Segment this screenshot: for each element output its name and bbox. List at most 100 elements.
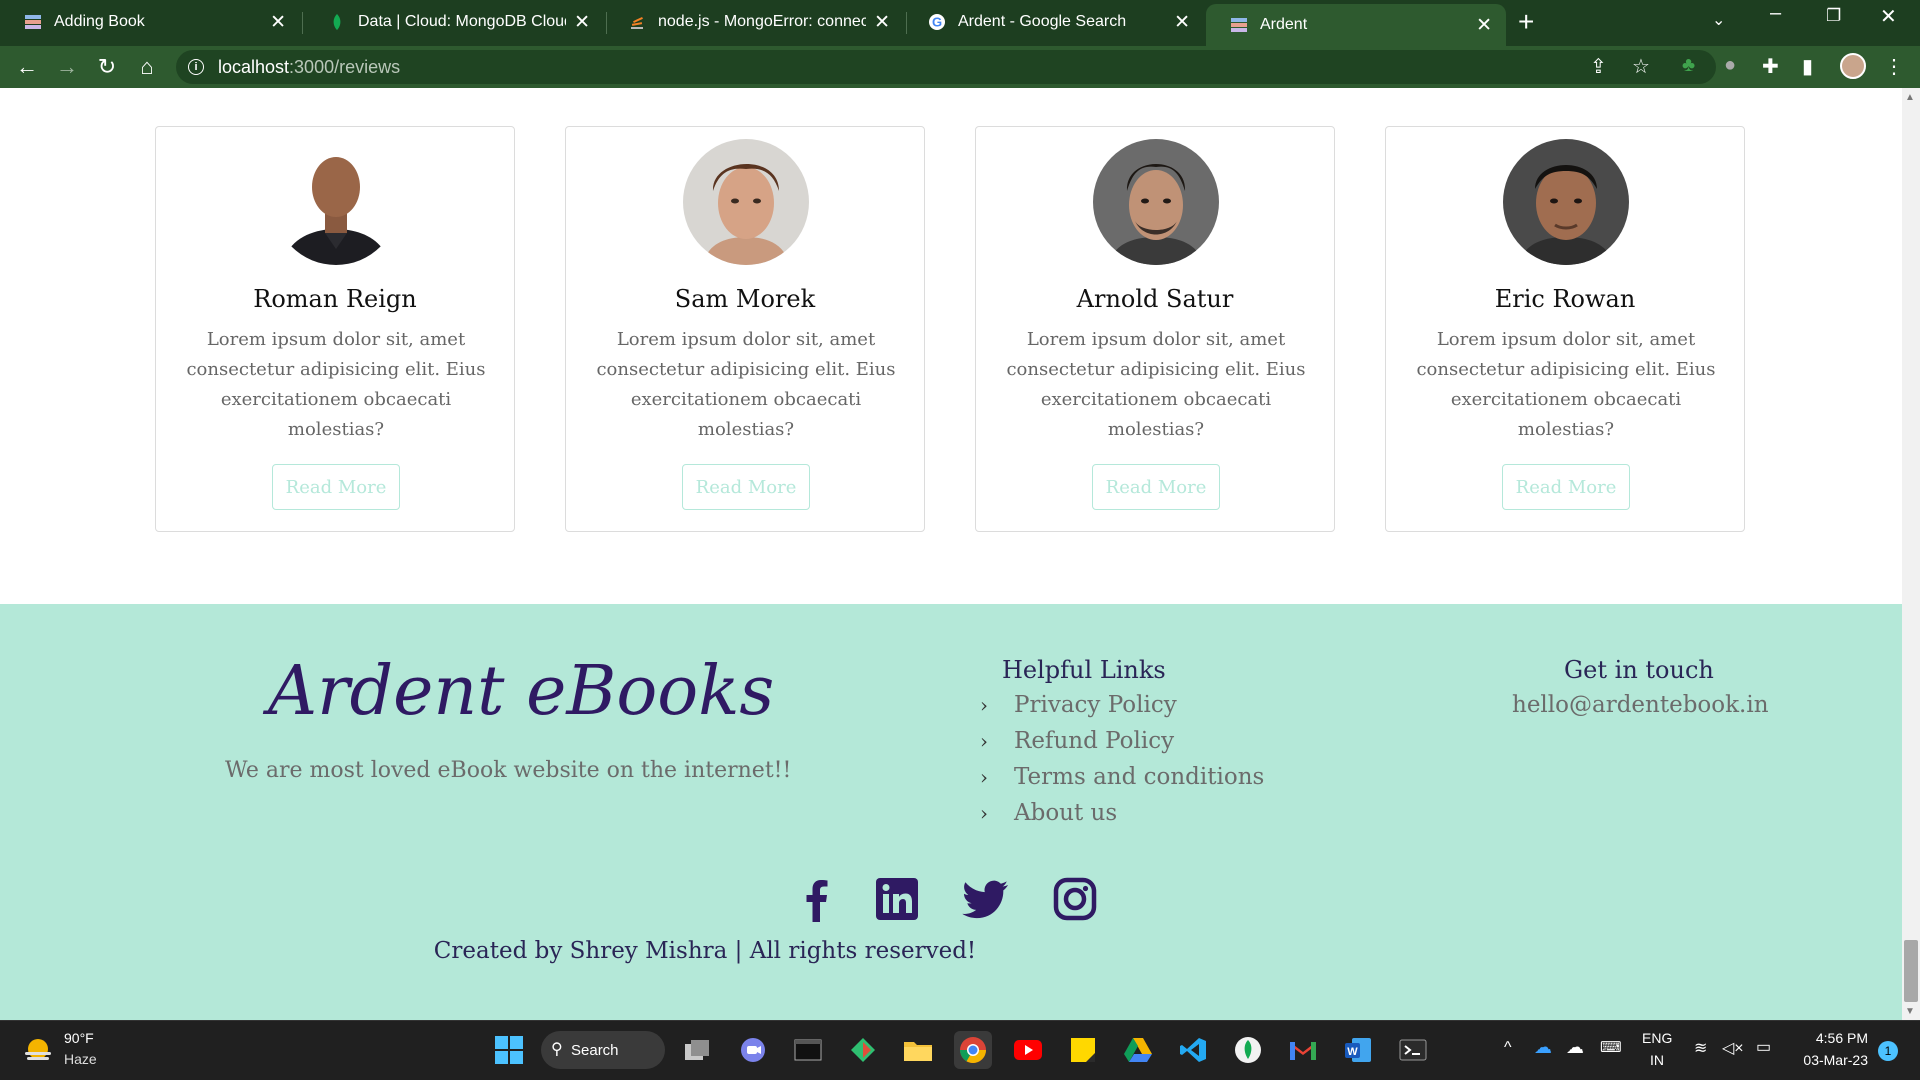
footer-link-refund[interactable]: › Refund Policy [980, 728, 1174, 754]
scrollbar-thumb[interactable] [1904, 940, 1918, 1002]
mongodb-leaf-icon [328, 13, 346, 31]
windows-taskbar: 90°F Haze ⚲ Search W ^ ☁ ☁ ⌨ ENG IN ≋ ◁×… [0, 1020, 1920, 1080]
extension-tree-icon[interactable]: ♣ [1682, 54, 1695, 77]
tab-stackoverflow[interactable]: node.js - MongoError: connect EC ✕ [604, 0, 904, 44]
close-tab-icon[interactable]: ✕ [1174, 11, 1190, 34]
url-host: localhost [218, 56, 290, 77]
tab-ardent[interactable]: Ardent ✕ [1206, 4, 1506, 46]
read-more-button[interactable]: Read More [1502, 464, 1630, 510]
footer-link-about[interactable]: › About us [980, 800, 1117, 826]
taskbar-search-label: Search [571, 1041, 619, 1059]
site-info-icon[interactable]: i [188, 59, 204, 75]
instagram-icon[interactable] [1052, 876, 1098, 922]
tab-search-icon[interactable]: ⌄ [1712, 10, 1725, 30]
language-bottom[interactable]: IN [1650, 1052, 1664, 1068]
file-explorer-icon[interactable] [899, 1031, 937, 1069]
bookmark-star-icon[interactable]: ☆ [1632, 54, 1650, 79]
reviewer-name: Sam Morek [674, 285, 816, 313]
windows-start-icon[interactable] [490, 1031, 528, 1069]
terminal-app-icon[interactable] [789, 1031, 827, 1069]
footer-link-label: About us [1014, 800, 1118, 826]
reload-icon[interactable]: ↻ [92, 52, 122, 82]
extensions-puzzle-icon[interactable]: ✚ [1762, 54, 1779, 79]
youtube-icon[interactable] [1009, 1031, 1047, 1069]
tab-adding-book[interactable]: Adding Book ✕ [0, 0, 300, 44]
restore-icon[interactable]: ❐ [1826, 6, 1841, 26]
scroll-down-icon[interactable]: ▼ [1905, 1006, 1915, 1017]
teams-chat-icon[interactable] [734, 1031, 772, 1069]
word-icon[interactable]: W [1339, 1031, 1377, 1069]
sticky-notes-icon[interactable] [1064, 1031, 1102, 1069]
footer-link-terms[interactable]: › Terms and conditions [980, 764, 1264, 790]
profile-avatar[interactable] [1840, 53, 1866, 79]
review-card: Arnold Satur Lorem ipsum dolor sit, amet… [975, 126, 1335, 532]
read-more-button[interactable]: Read More [272, 464, 400, 510]
tab-mongodb-cloud[interactable]: Data | Cloud: MongoDB Cloud ✕ [304, 0, 604, 44]
site-footer: Ardent eBooks We are most loved eBook we… [0, 604, 1902, 1020]
close-window-icon[interactable]: ✕ [1880, 4, 1897, 29]
minimize-icon[interactable]: – [1770, 2, 1781, 25]
footer-credit: Created by Shrey Mishra | All rights res… [433, 938, 977, 964]
cloud-sync-icon[interactable]: ☁ [1566, 1037, 1584, 1058]
windows-terminal-icon[interactable] [1394, 1031, 1432, 1069]
footer-brand: Ardent eBooks [268, 652, 775, 731]
reviewer-photo [1093, 139, 1219, 265]
share-icon[interactable]: ⇪ [1590, 54, 1607, 79]
footer-tagline: We are most loved eBook website on the i… [225, 758, 792, 783]
reviewer-photo [1503, 139, 1629, 265]
close-tab-icon[interactable]: ✕ [1476, 14, 1492, 37]
onedrive-icon[interactable]: ☁ [1534, 1037, 1552, 1058]
wifi-icon[interactable]: ≋ [1694, 1038, 1707, 1058]
vscode-icon[interactable] [1174, 1031, 1212, 1069]
home-icon[interactable]: ⌂ [132, 52, 162, 82]
chevron-right-icon: › [980, 693, 988, 717]
taskbar-search[interactable]: ⚲ Search [541, 1031, 665, 1069]
contact-email[interactable]: hello@ardentebook.in [1512, 692, 1769, 718]
back-icon[interactable]: ← [12, 52, 42, 82]
keyboard-icon[interactable]: ⌨ [1600, 1038, 1622, 1056]
battery-icon[interactable]: ▭ [1756, 1037, 1771, 1057]
weather-haze-icon[interactable] [20, 1033, 56, 1069]
task-view-icon[interactable] [678, 1031, 716, 1069]
twitter-icon[interactable] [962, 876, 1008, 922]
scroll-up-icon[interactable]: ▲ [1905, 92, 1915, 103]
tab-title: Adding Book [54, 13, 145, 30]
gmail-icon[interactable] [1284, 1031, 1322, 1069]
review-text: Lorem ipsum dolor sit, amet consectetur … [1006, 329, 1306, 440]
facebook-icon[interactable] [794, 876, 840, 922]
url-path: :3000/reviews [289, 56, 401, 77]
tab-google-search[interactable]: G Ardent - Google Search ✕ [904, 0, 1204, 44]
reviewer-name: Eric Rowan [1494, 285, 1636, 313]
close-tab-icon[interactable]: ✕ [574, 11, 590, 34]
forward-icon[interactable]: → [52, 52, 82, 82]
address-bar[interactable]: i localhost:3000/reviews [176, 50, 1716, 84]
read-more-button[interactable]: Read More [682, 464, 810, 510]
close-tab-icon[interactable]: ✕ [874, 11, 890, 34]
extension-mouse-icon[interactable]: ● [1724, 54, 1736, 77]
new-tab-button[interactable]: + [1518, 6, 1534, 38]
tray-overflow-icon[interactable]: ^ [1504, 1039, 1512, 1057]
search-icon: ⚲ [551, 1041, 563, 1058]
menu-kebab-icon[interactable]: ⋮ [1884, 54, 1904, 79]
chrome-icon[interactable] [954, 1031, 992, 1069]
volume-muted-icon[interactable]: ◁× [1722, 1038, 1744, 1058]
google-drive-icon[interactable] [1119, 1031, 1157, 1069]
footer-link-privacy[interactable]: › Privacy Policy [980, 692, 1177, 718]
linkedin-icon[interactable] [874, 876, 920, 922]
page-viewport: Roman Reign Lorem ipsum dolor sit, amet … [0, 88, 1902, 1020]
mongodb-compass-icon[interactable] [1229, 1031, 1267, 1069]
review-text: Lorem ipsum dolor sit, amet consectetur … [1416, 329, 1716, 440]
git-kraken-icon[interactable] [844, 1031, 882, 1069]
page-scrollbar[interactable] [1902, 88, 1920, 1020]
clock-date[interactable]: 03-Mar-23 [1794, 1052, 1868, 1068]
svg-text:G: G [932, 15, 942, 30]
chevron-right-icon: › [980, 801, 988, 825]
notification-badge[interactable]: 1 [1878, 1041, 1898, 1061]
side-panel-icon[interactable]: ▮ [1802, 54, 1813, 79]
close-tab-icon[interactable]: ✕ [270, 11, 286, 34]
tab-title: Data | Cloud: MongoDB Cloud [358, 13, 567, 30]
clock-time[interactable]: 4:56 PM [1808, 1030, 1868, 1046]
language-top[interactable]: ENG [1642, 1030, 1672, 1046]
read-more-button[interactable]: Read More [1092, 464, 1220, 510]
review-card: Sam Morek Lorem ipsum dolor sit, amet co… [565, 126, 925, 532]
